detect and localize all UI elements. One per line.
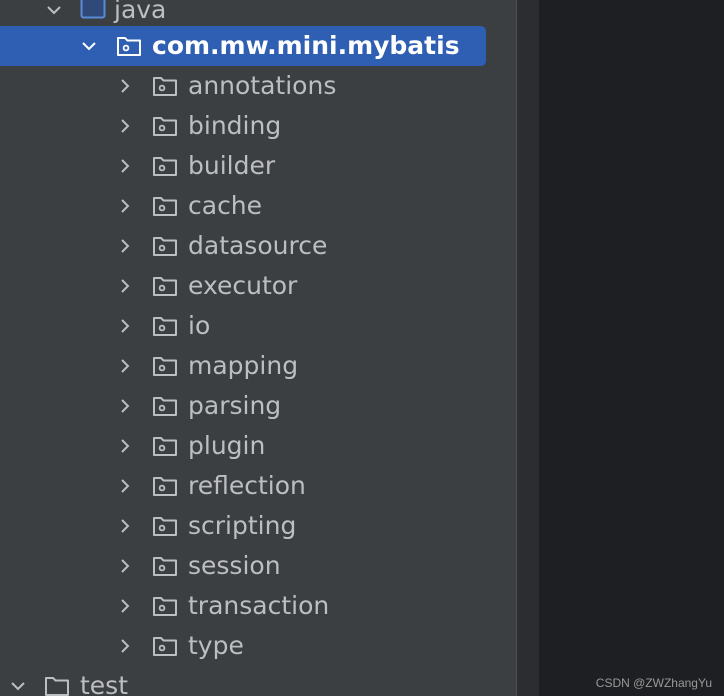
tree-row-selected-package[interactable]: com.mw.mini.mybatis (0, 26, 516, 66)
package-folder-icon (152, 274, 178, 298)
package-label: executor (188, 271, 298, 300)
chevron-right-icon[interactable] (114, 355, 136, 377)
tree-row-package[interactable]: reflection (0, 466, 516, 506)
tree-row-package[interactable]: session (0, 546, 516, 586)
tree-row-package[interactable]: executor (0, 266, 516, 306)
chevron-right-icon[interactable] (114, 275, 136, 297)
package-folder-icon (152, 474, 178, 498)
chevron-down-icon[interactable] (43, 0, 65, 21)
package-folder-icon (152, 354, 178, 378)
package-label: scripting (188, 511, 297, 540)
chevron-right-icon[interactable] (114, 395, 136, 417)
package-label: parsing (188, 391, 282, 420)
package-label: binding (188, 111, 282, 140)
package-label: transaction (188, 591, 330, 620)
package-folder-icon (152, 634, 178, 658)
chevron-right-icon[interactable] (114, 75, 136, 97)
tree-row-package[interactable]: io (0, 306, 516, 346)
chevron-right-icon[interactable] (114, 195, 136, 217)
package-folder-icon (152, 74, 178, 98)
tree-row-package[interactable]: parsing (0, 386, 516, 426)
package-label: io (188, 311, 211, 340)
package-folder-icon (152, 394, 178, 418)
package-label: session (188, 551, 281, 580)
package-label: type (188, 631, 244, 660)
chevron-right-icon[interactable] (114, 155, 136, 177)
package-label: plugin (188, 431, 266, 460)
tree-row-package[interactable]: binding (0, 106, 516, 146)
package-label: datasource (188, 231, 328, 260)
package-folder-icon (152, 514, 178, 538)
chevron-right-icon[interactable] (114, 635, 136, 657)
chevron-down-icon[interactable] (78, 35, 100, 57)
package-folder-icon (152, 234, 178, 258)
watermark-text: CSDN @ZWZhangYu (595, 676, 712, 690)
chevron-right-icon[interactable] (114, 315, 136, 337)
folder-label: test (80, 671, 129, 696)
chevron-right-icon[interactable] (114, 595, 136, 617)
pane-splitter[interactable] (516, 0, 539, 696)
package-label: reflection (188, 471, 306, 500)
tree-row-package[interactable]: scripting (0, 506, 516, 546)
package-folder-icon (152, 194, 178, 218)
chevron-right-icon[interactable] (114, 115, 136, 137)
package-folder-icon (152, 434, 178, 458)
package-folder-icon (152, 554, 178, 578)
tree-row-package[interactable]: mapping (0, 346, 516, 386)
tree-row-package[interactable]: type (0, 626, 516, 666)
package-label: com.mw.mini.mybatis (152, 31, 460, 60)
package-folder-icon (152, 114, 178, 138)
tree-row-test-folder[interactable]: test (0, 666, 516, 696)
package-label: cache (188, 191, 263, 220)
editor-area (539, 0, 724, 696)
package-label: builder (188, 151, 276, 180)
package-folder-icon (116, 34, 142, 58)
tree-row-package[interactable]: plugin (0, 426, 516, 466)
chevron-right-icon[interactable] (114, 515, 136, 537)
package-folder-icon (152, 314, 178, 338)
tree-row-package[interactable]: annotations (0, 66, 516, 106)
package-folder-icon (152, 154, 178, 178)
chevron-right-icon[interactable] (114, 235, 136, 257)
chevron-down-icon[interactable] (7, 675, 29, 696)
chevron-right-icon[interactable] (114, 475, 136, 497)
project-tree-panel: java com.mw.mini.mybatis annotations bind… (0, 0, 516, 696)
package-label: mapping (188, 351, 299, 380)
source-folder-icon (80, 0, 106, 20)
tree-row-package[interactable]: cache (0, 186, 516, 226)
tree-row-package[interactable]: datasource (0, 226, 516, 266)
chevron-right-icon[interactable] (114, 435, 136, 457)
tree-row-package[interactable]: transaction (0, 586, 516, 626)
package-folder-icon (152, 594, 178, 618)
folder-icon (44, 674, 70, 696)
tree-row-package[interactable]: builder (0, 146, 516, 186)
chevron-right-icon[interactable] (114, 555, 136, 577)
package-label: annotations (188, 71, 337, 100)
